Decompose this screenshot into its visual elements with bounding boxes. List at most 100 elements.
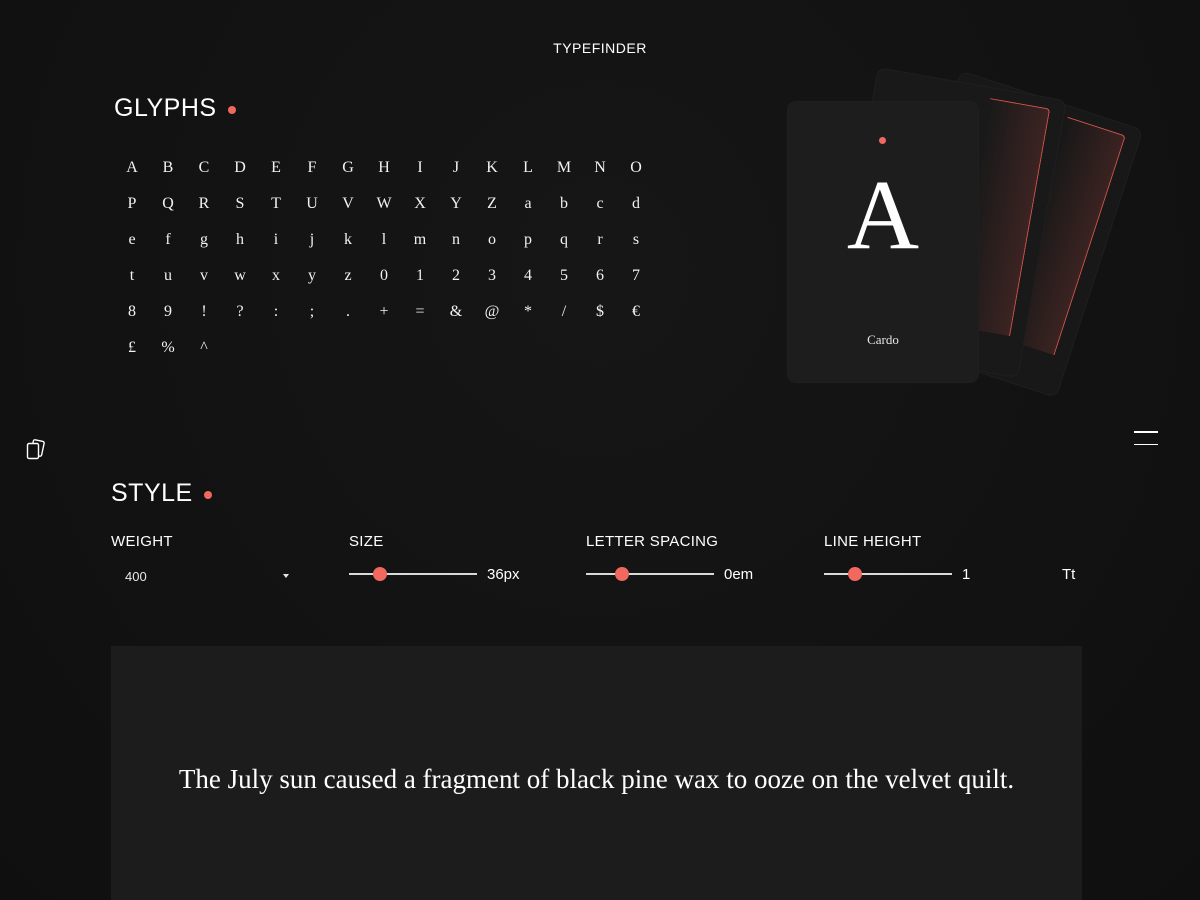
- glyph-cell[interactable]: A: [114, 150, 150, 186]
- glyph-cell[interactable]: s: [618, 222, 654, 258]
- glyph-cell[interactable]: X: [402, 186, 438, 222]
- glyph-cell[interactable]: N: [582, 150, 618, 186]
- weight-select[interactable]: 400: [111, 566, 289, 586]
- size-slider[interactable]: [349, 567, 477, 581]
- size-slider-thumb[interactable]: [372, 567, 387, 581]
- glyph-cell[interactable]: l: [366, 222, 402, 258]
- glyph-cell[interactable]: ?: [222, 294, 258, 330]
- glyph-cell[interactable]: w: [222, 258, 258, 294]
- glyph-cell[interactable]: G: [330, 150, 366, 186]
- letter-spacing-label: LETTER SPACING: [586, 533, 719, 550]
- glyph-cell[interactable]: p: [510, 222, 546, 258]
- glyph-cell[interactable]: f: [150, 222, 186, 258]
- glyph-cell[interactable]: P: [114, 186, 150, 222]
- glyph-cell[interactable]: g: [186, 222, 222, 258]
- glyph-cell[interactable]: V: [330, 186, 366, 222]
- accent-dot-icon: [203, 490, 212, 499]
- card-dot-icon: [879, 137, 886, 144]
- glyph-cell[interactable]: E: [258, 150, 294, 186]
- glyph-cell[interactable]: R: [186, 186, 222, 222]
- glyph-cell[interactable]: J: [438, 150, 474, 186]
- glyph-cell[interactable]: =: [402, 294, 438, 330]
- glyph-cell[interactable]: t: [114, 258, 150, 294]
- glyph-cell[interactable]: 4: [510, 258, 546, 294]
- font-card-front[interactable]: A Cardo: [788, 102, 978, 382]
- glyph-cell[interactable]: 5: [546, 258, 582, 294]
- card-letter: A: [846, 159, 920, 270]
- glyph-cell[interactable]: $: [582, 294, 618, 330]
- glyph-cell[interactable]: a: [510, 186, 546, 222]
- menu-icon[interactable]: [1134, 431, 1158, 447]
- glyph-cell[interactable]: .: [330, 294, 366, 330]
- glyph-cell[interactable]: !: [186, 294, 222, 330]
- glyph-cell[interactable]: K: [474, 150, 510, 186]
- glyph-cell[interactable]: D: [222, 150, 258, 186]
- glyph-cell[interactable]: o: [474, 222, 510, 258]
- glyph-cell[interactable]: u: [150, 258, 186, 294]
- glyph-cell[interactable]: j: [294, 222, 330, 258]
- glyph-cell[interactable]: /: [546, 294, 582, 330]
- glyph-cell[interactable]: B: [150, 150, 186, 186]
- glyph-cell[interactable]: y: [294, 258, 330, 294]
- size-value: 36px: [487, 566, 520, 583]
- glyph-cell[interactable]: %: [150, 330, 186, 366]
- letter-spacing-slider[interactable]: [586, 567, 714, 581]
- cards-icon[interactable]: [24, 438, 48, 462]
- glyph-cell[interactable]: 7: [618, 258, 654, 294]
- glyph-cell[interactable]: m: [402, 222, 438, 258]
- glyph-cell[interactable]: c: [582, 186, 618, 222]
- glyph-cell[interactable]: H: [366, 150, 402, 186]
- glyph-cell[interactable]: d: [618, 186, 654, 222]
- glyph-cell[interactable]: M: [546, 150, 582, 186]
- chevron-down-icon: [283, 574, 289, 578]
- line-height-label: LINE HEIGHT: [824, 533, 922, 550]
- glyph-cell[interactable]: b: [546, 186, 582, 222]
- glyph-cell[interactable]: k: [330, 222, 366, 258]
- glyph-cell[interactable]: O: [618, 150, 654, 186]
- glyph-cell[interactable]: 3: [474, 258, 510, 294]
- glyph-cell[interactable]: 9: [150, 294, 186, 330]
- glyph-cell[interactable]: 1: [402, 258, 438, 294]
- glyph-cell[interactable]: U: [294, 186, 330, 222]
- glyph-cell[interactable]: S: [222, 186, 258, 222]
- text-case-toggle[interactable]: Tt: [1062, 566, 1075, 583]
- glyph-cell[interactable]: 2: [438, 258, 474, 294]
- line-height-slider-thumb[interactable]: [847, 567, 862, 581]
- line-height-slider[interactable]: [824, 567, 952, 581]
- glyph-cell[interactable]: +: [366, 294, 402, 330]
- glyph-cell[interactable]: F: [294, 150, 330, 186]
- glyph-cell[interactable]: C: [186, 150, 222, 186]
- glyph-cell[interactable]: h: [222, 222, 258, 258]
- glyph-cell[interactable]: T: [258, 186, 294, 222]
- glyph-cell[interactable]: W: [366, 186, 402, 222]
- glyph-cell[interactable]: r: [582, 222, 618, 258]
- glyph-cell[interactable]: q: [546, 222, 582, 258]
- glyph-cell[interactable]: 0: [366, 258, 402, 294]
- glyph-cell[interactable]: &: [438, 294, 474, 330]
- glyph-cell[interactable]: I: [402, 150, 438, 186]
- glyph-cell[interactable]: Z: [474, 186, 510, 222]
- glyph-cell[interactable]: 6: [582, 258, 618, 294]
- glyph-cell[interactable]: £: [114, 330, 150, 366]
- glyph-cell[interactable]: e: [114, 222, 150, 258]
- preview-text[interactable]: The July sun caused a fragment of black …: [111, 764, 1082, 795]
- glyph-cell[interactable]: 8: [114, 294, 150, 330]
- glyph-cell[interactable]: *: [510, 294, 546, 330]
- glyph-cell[interactable]: Y: [438, 186, 474, 222]
- glyph-cell[interactable]: @: [474, 294, 510, 330]
- glyph-cell[interactable]: €: [618, 294, 654, 330]
- glyph-cell[interactable]: i: [258, 222, 294, 258]
- glyph-cell[interactable]: Q: [150, 186, 186, 222]
- font-cards[interactable]: A Cardo: [770, 50, 1143, 400]
- glyph-cell[interactable]: n: [438, 222, 474, 258]
- glyph-cell[interactable]: x: [258, 258, 294, 294]
- letter-spacing-slider-thumb[interactable]: [614, 567, 629, 581]
- glyph-cell[interactable]: ^: [186, 330, 222, 366]
- accent-dot-icon: [227, 105, 236, 114]
- glyph-cell[interactable]: v: [186, 258, 222, 294]
- weight-control: WEIGHT 400: [111, 533, 289, 584]
- glyph-cell[interactable]: z: [330, 258, 366, 294]
- glyph-cell[interactable]: ;: [294, 294, 330, 330]
- glyph-cell[interactable]: :: [258, 294, 294, 330]
- glyph-cell[interactable]: L: [510, 150, 546, 186]
